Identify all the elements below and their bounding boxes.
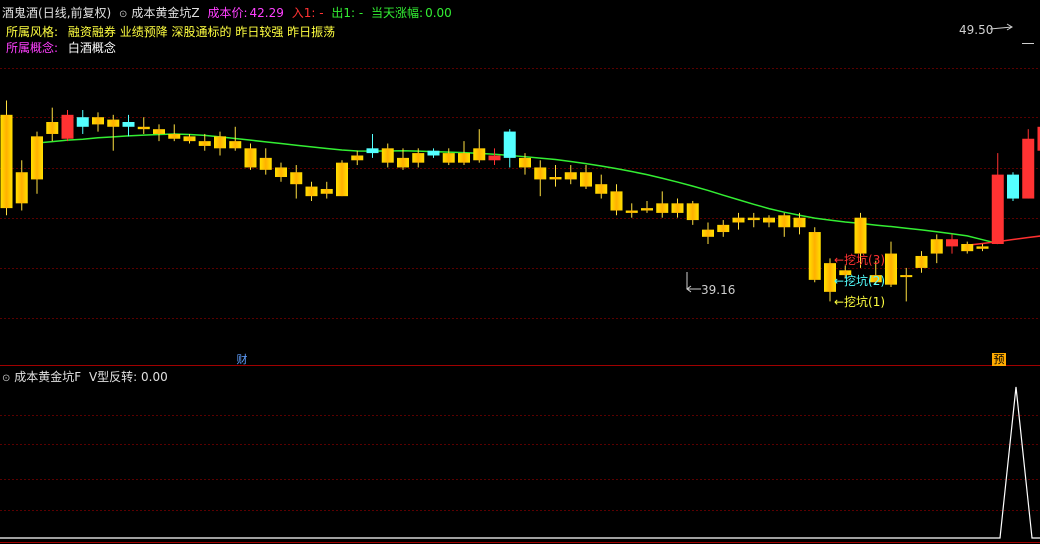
candle [534,160,547,197]
ma-line-green [36,133,998,245]
candle [153,124,165,142]
candle [61,110,74,142]
indicator-chart[interactable] [0,367,1040,544]
candle [747,212,760,228]
candle [625,203,638,218]
low-price-label: 39.16 [701,283,736,297]
candle [31,131,43,194]
candle [473,129,486,163]
candle [275,162,287,182]
candle [503,129,516,168]
candle [366,133,379,158]
candle [107,114,120,151]
candle [122,114,135,137]
candle [610,184,623,216]
candle [305,181,318,201]
candle [778,212,791,237]
moving-average-lines [36,133,1040,246]
candle [595,174,608,199]
candle [458,141,470,166]
v-reversal-line [0,386,1040,539]
candle [244,143,257,170]
candle [137,117,150,134]
high-arrow-icon [990,23,1013,31]
candle [915,251,928,273]
pit-label-3: ←挖坑(3) [834,253,886,267]
high-price-label: 49.50 [959,23,994,37]
candle [1007,172,1019,201]
candle [641,200,653,213]
price-tick-marker [1022,43,1034,44]
candle [900,267,913,302]
candle [961,241,974,254]
candle [320,181,333,199]
candle [732,212,745,230]
candle [442,148,455,166]
candle [1022,129,1035,199]
forecast-marker[interactable]: 预 [992,353,1006,366]
candle [46,107,59,142]
indicator-grid [0,415,1040,511]
candle [259,148,272,175]
candle [168,124,181,142]
candle [930,234,943,264]
candle [92,112,104,132]
candle [336,160,348,197]
candle [351,150,364,166]
candle [885,241,897,288]
candle [717,220,730,237]
candle [564,165,577,185]
candle [381,143,394,168]
candle [76,110,89,134]
candle [427,148,440,158]
candle [488,148,501,166]
pit-label-2: ←挖坑(2) [834,274,886,288]
candle [763,215,775,228]
candle [702,222,714,244]
candle [808,227,821,283]
candle [976,244,989,252]
candle [656,191,669,218]
candle [671,198,684,218]
candle [549,165,562,187]
candle [290,165,303,199]
candle [15,160,28,211]
price-chart[interactable] [0,0,1040,366]
candle [991,153,1004,244]
candle [214,131,226,156]
candle [686,200,699,225]
v-reversal-series [0,386,1040,543]
pit-label-1: ←挖坑(1) [834,295,886,309]
candle [946,234,958,254]
finance-marker[interactable]: 财 [235,353,249,366]
candle [0,100,13,216]
low-arrow-icon [686,272,701,293]
